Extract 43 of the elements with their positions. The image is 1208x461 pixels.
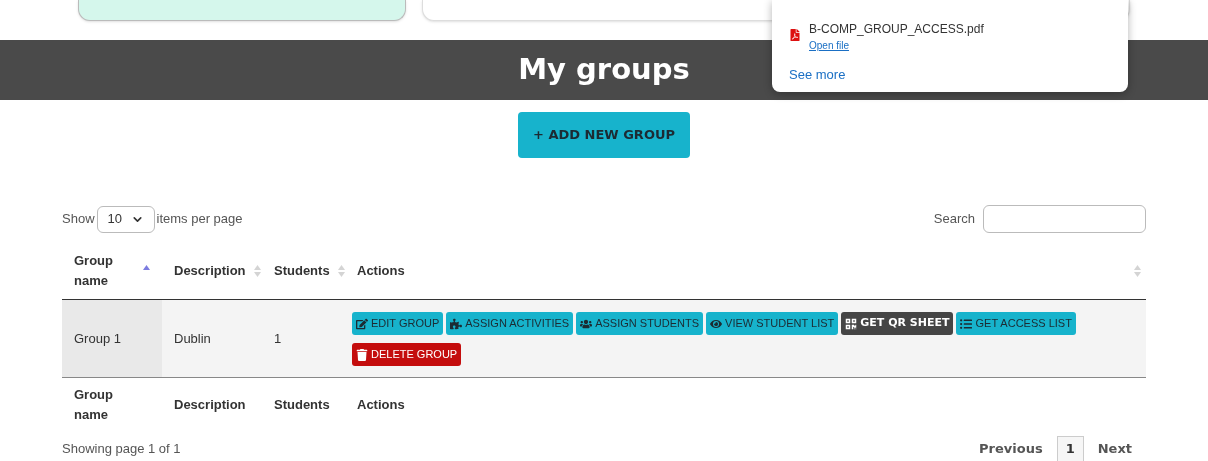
pagination-button[interactable]: 1 (1056, 436, 1084, 461)
column-header[interactable]: Actions (357, 260, 405, 281)
users-icon (580, 317, 593, 330)
page-size-select[interactable]: 10 (96, 205, 155, 233)
column-header[interactable]: Group name (74, 250, 118, 291)
action-button[interactable]: DELETE GROUP (352, 343, 462, 366)
column-footer: Students (274, 395, 345, 415)
edit-icon (356, 317, 368, 330)
open-file-link[interactable]: Open file (809, 38, 850, 53)
qr-code-icon (845, 317, 858, 330)
page-title: My groups (518, 51, 690, 89)
sort-icon[interactable] (1134, 264, 1141, 277)
action-button[interactable]: ASSIGN STUDENTS (576, 312, 704, 335)
action-button[interactable]: ASSIGN ACTIVITIES (446, 312, 574, 335)
list-icon (960, 317, 973, 330)
column-footer: Group name (74, 385, 118, 425)
puzzle-icon (450, 317, 463, 330)
action-button[interactable]: VIEW STUDENT LIST (706, 312, 839, 335)
show-label: Show (62, 210, 95, 229)
pagination-button[interactable]: Next (1095, 436, 1134, 461)
trash-icon (356, 348, 368, 361)
pagination-button[interactable]: Previous (977, 436, 1045, 461)
eye-icon (710, 317, 723, 330)
action-button[interactable]: GET QR SHEET (841, 312, 954, 335)
search-label: Search (933, 210, 975, 229)
per-page-label: items per page (156, 210, 243, 229)
column-header[interactable]: Description (174, 260, 246, 281)
sort-icon[interactable] (253, 264, 261, 277)
see-more-link[interactable]: See more (789, 65, 846, 85)
page-info: Showing page 1 of 1 (62, 440, 181, 459)
action-button[interactable]: GET ACCESS LIST (956, 312, 1076, 335)
table-cell: Group 1 (62, 300, 162, 377)
file-name: B-COMP_GROUP_ACCESS.pdf (809, 21, 984, 38)
column-footer: Actions (357, 395, 1146, 415)
column-header[interactable]: Students (274, 260, 330, 281)
column-footer: Description (174, 395, 262, 415)
sort-icon[interactable] (337, 264, 345, 277)
table-cell-text: 1 (273, 329, 283, 348)
add-group-button[interactable]: + ADD NEW GROUP (518, 112, 690, 158)
action-button[interactable]: EDIT GROUP (352, 312, 444, 335)
search-field[interactable] (983, 205, 1146, 233)
table-cell-text: Dublin (173, 329, 212, 348)
pdf-file-icon (789, 29, 801, 41)
